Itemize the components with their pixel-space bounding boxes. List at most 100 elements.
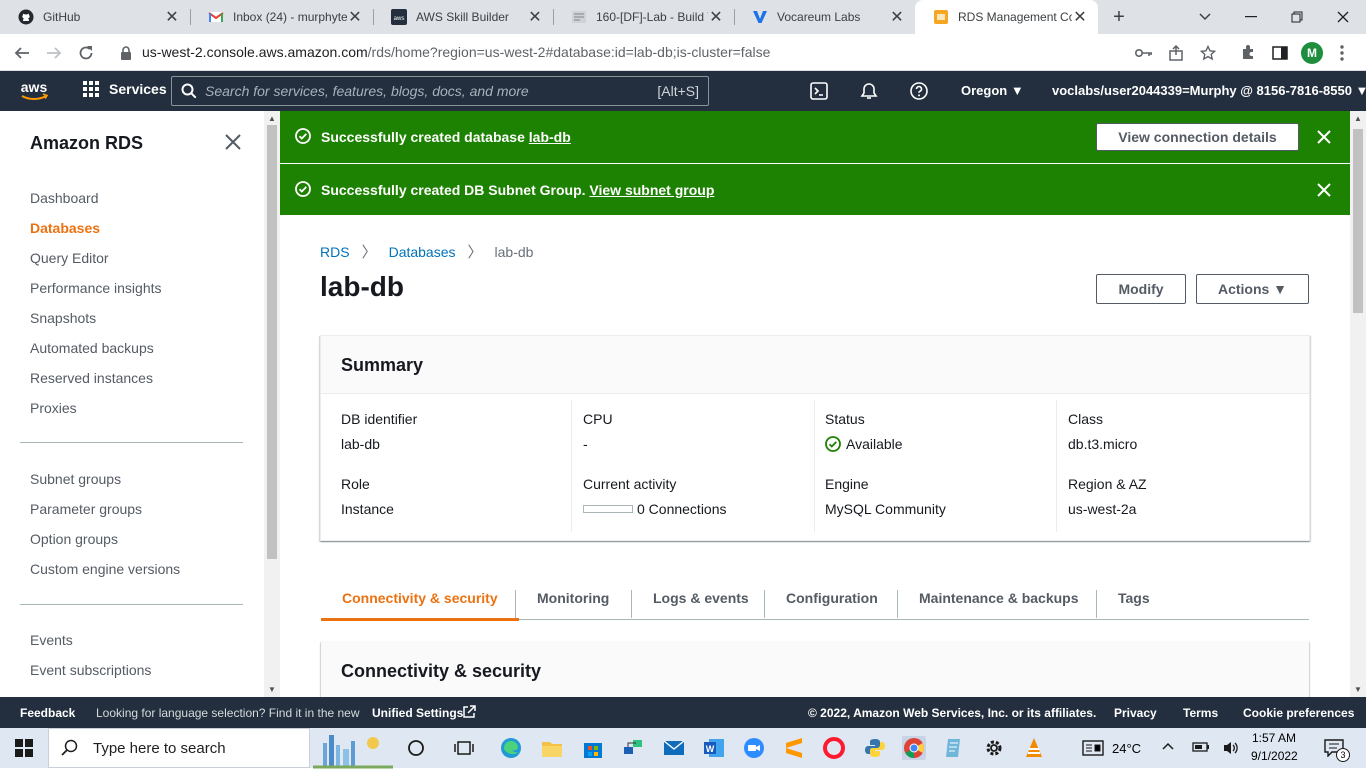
temperature-text[interactable]: 24°C (1112, 741, 1141, 756)
close-icon[interactable]: ✕ (347, 9, 363, 26)
chrome-icon[interactable] (902, 736, 926, 760)
terms-link[interactable]: Terms (1183, 706, 1218, 720)
edge-browser-icon[interactable] (499, 736, 523, 760)
help-icon[interactable] (909, 81, 929, 101)
network-app-icon[interactable] (621, 736, 645, 760)
region-selector[interactable]: Oregon ▼ (961, 83, 1024, 98)
settings-gear-icon[interactable] (982, 736, 1006, 760)
tab-maintenance-backups[interactable]: Maintenance & backups (919, 576, 1079, 620)
sidebar-title[interactable]: Amazon RDS (30, 133, 143, 154)
sidebar-item-option-groups[interactable]: Option groups (30, 531, 118, 547)
database-link[interactable]: lab-db (529, 129, 571, 145)
notepad-app-icon[interactable] (942, 736, 966, 760)
dismiss-close-icon[interactable] (1316, 182, 1332, 198)
sidebar-item-custom-engine-versions[interactable]: Custom engine versions (30, 561, 180, 577)
lock-icon[interactable] (116, 43, 136, 63)
taskbar-search-box[interactable]: Type here to search (48, 728, 393, 769)
python-icon[interactable] (863, 736, 887, 760)
zoom-icon[interactable] (742, 736, 766, 760)
tab-search-chevron-icon[interactable] (1182, 0, 1228, 34)
news-widget-icon[interactable] (1082, 740, 1104, 756)
clock-time[interactable]: 1:57 AM (1252, 731, 1296, 745)
file-explorer-icon[interactable] (540, 736, 564, 760)
sublime-text-icon[interactable] (782, 736, 806, 760)
minimize-icon[interactable] (1228, 0, 1274, 34)
tab-monitoring[interactable]: Monitoring (537, 576, 609, 620)
search-input[interactable] (205, 83, 658, 99)
sidebar-item-parameter-groups[interactable]: Parameter groups (30, 501, 142, 517)
vlc-icon[interactable] (1022, 736, 1046, 760)
windows-start-icon[interactable] (12, 736, 36, 760)
volume-icon[interactable] (1222, 740, 1240, 756)
cloudshell-icon[interactable] (809, 81, 829, 101)
key-icon[interactable] (1134, 43, 1154, 63)
sidebar-item-events[interactable]: Events (30, 632, 73, 648)
new-tab-button[interactable]: + (1110, 7, 1128, 27)
browser-tab-lab[interactable]: 160-[DF]-Lab - Build Y ✕ (553, 0, 734, 34)
feedback-link[interactable]: Feedback (20, 706, 75, 720)
battery-icon[interactable] (1192, 741, 1210, 753)
sidebar-item-automated-backups[interactable]: Automated backups (30, 340, 154, 356)
word-icon[interactable]: W (702, 736, 726, 760)
tab-configuration[interactable]: Configuration (786, 576, 878, 620)
browser-tab-vocareum[interactable]: Vocareum Labs ✕ (734, 0, 915, 34)
scrollbar-thumb[interactable] (267, 125, 277, 559)
breadcrumb-databases[interactable]: Databases (389, 244, 456, 260)
chevron-up-icon[interactable] (1162, 742, 1174, 750)
clock-date[interactable]: 9/1/2022 (1251, 749, 1298, 763)
tab-connectivity-security[interactable]: Connectivity & security (321, 576, 519, 621)
aws-logo-icon[interactable]: aws (18, 80, 50, 102)
aws-search-box[interactable]: [Alt+S] (171, 76, 709, 106)
browser-menu-icon[interactable] (1332, 43, 1352, 63)
scrollbar-thumb[interactable] (1353, 129, 1363, 313)
scroll-up-arrow-icon[interactable]: ▲ (1354, 114, 1362, 123)
privacy-link[interactable]: Privacy (1114, 706, 1157, 720)
services-menu-button[interactable]: Services (83, 81, 167, 97)
browser-tab-github[interactable]: GitHub ✕ (0, 0, 190, 34)
close-icon[interactable]: ✕ (1072, 9, 1088, 26)
bookmark-star-icon[interactable] (1198, 43, 1218, 63)
account-menu[interactable]: voclabs/user2044339=Murphy @ 8156-7816-8… (1052, 83, 1366, 98)
reload-icon[interactable] (76, 43, 96, 63)
sidebar-scrollbar[interactable]: ▲ ▼ (264, 111, 280, 697)
sidebar-item-reserved-instances[interactable]: Reserved instances (30, 370, 153, 386)
sidebar-item-event-subscriptions[interactable]: Event subscriptions (30, 662, 151, 678)
side-panel-icon[interactable] (1270, 43, 1290, 63)
sidebar-item-proxies[interactable]: Proxies (30, 400, 77, 416)
share-icon[interactable] (1166, 43, 1186, 63)
address-bar[interactable]: us-west-2.console.aws.amazon.com/rds/hom… (142, 44, 770, 60)
restore-icon[interactable] (1274, 0, 1320, 34)
task-view-icon[interactable] (452, 736, 476, 760)
scroll-down-arrow-icon[interactable]: ▼ (268, 685, 276, 694)
opera-icon[interactable] (822, 736, 846, 760)
browser-tab-skill-builder[interactable]: aws AWS Skill Builder ✕ (373, 0, 553, 34)
sidebar-item-dashboard[interactable]: Dashboard (30, 190, 99, 206)
view-subnet-group-link[interactable]: View subnet group (589, 182, 714, 198)
scroll-down-arrow-icon[interactable]: ▼ (1354, 685, 1362, 694)
forward-arrow-icon[interactable] (44, 43, 64, 63)
profile-avatar[interactable]: M (1301, 42, 1323, 64)
close-icon[interactable]: ✕ (527, 9, 543, 26)
notifications-bell-icon[interactable] (859, 81, 879, 101)
main-scrollbar[interactable]: ▲ ▼ (1350, 111, 1366, 697)
extensions-icon[interactable] (1238, 43, 1258, 63)
cortana-circle-icon[interactable] (404, 736, 428, 760)
sidebar-item-databases[interactable]: Databases (30, 220, 100, 236)
sidebar-item-query-editor[interactable]: Query Editor (30, 250, 109, 266)
microsoft-store-icon[interactable] (581, 736, 605, 760)
close-icon[interactable]: ✕ (164, 9, 180, 26)
actions-dropdown-button[interactable]: Actions ▼ (1196, 274, 1309, 304)
cookie-preferences-link[interactable]: Cookie preferences (1243, 706, 1354, 720)
sidebar-item-snapshots[interactable]: Snapshots (30, 310, 96, 326)
browser-tab-gmail[interactable]: Inbox (24) - murphyte ✕ (190, 0, 373, 34)
scroll-up-arrow-icon[interactable]: ▲ (268, 114, 276, 123)
mail-icon[interactable] (662, 736, 686, 760)
close-sidebar-icon[interactable] (224, 133, 242, 151)
window-close-icon[interactable] (1320, 0, 1366, 34)
dismiss-close-icon[interactable] (1316, 129, 1332, 145)
tab-logs-events[interactable]: Logs & events (653, 576, 749, 620)
tab-tags[interactable]: Tags (1118, 576, 1150, 620)
sidebar-item-subnet-groups[interactable]: Subnet groups (30, 471, 121, 487)
sidebar-item-performance-insights[interactable]: Performance insights (30, 280, 162, 296)
unified-settings-link[interactable]: Unified Settings (372, 706, 463, 720)
